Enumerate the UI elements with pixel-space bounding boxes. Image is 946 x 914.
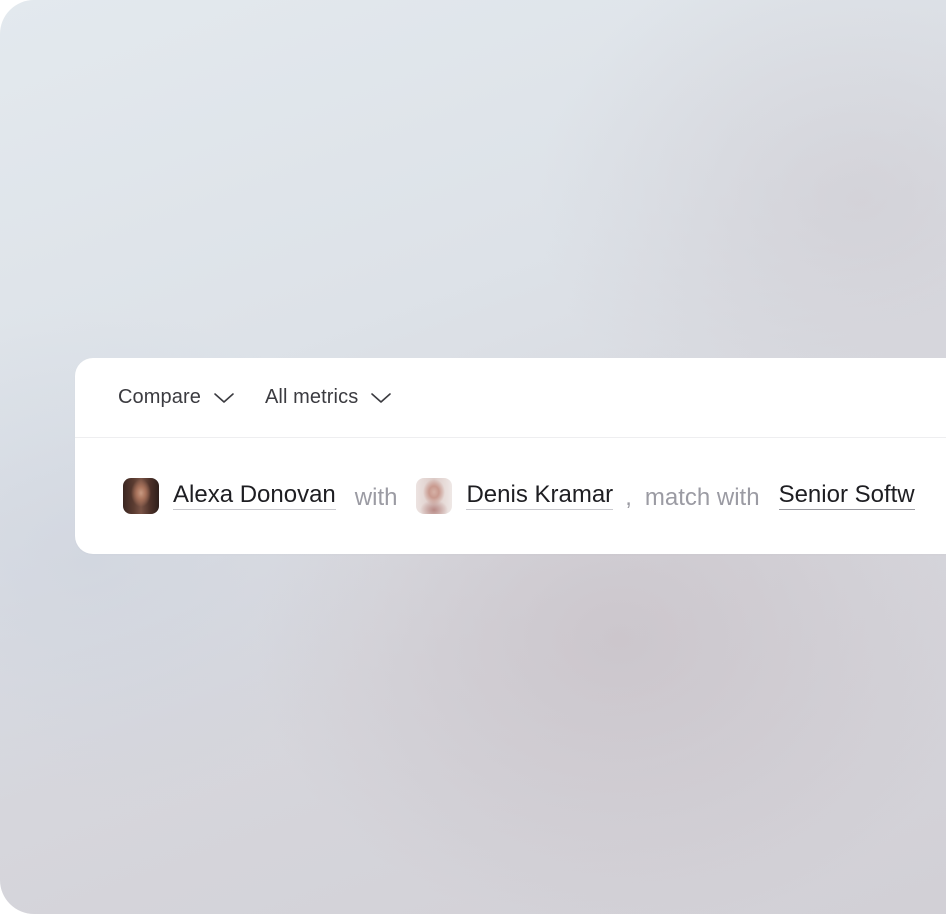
background-frame: Compare All metrics Alexa Donovan with D… xyxy=(0,0,946,914)
match-with-connector: match with xyxy=(644,483,760,511)
avatar xyxy=(416,477,453,514)
person-a-selector[interactable]: Alexa Donovan xyxy=(123,477,336,514)
metrics-dropdown-label: All metrics xyxy=(264,386,359,408)
chevron-down-icon xyxy=(214,392,234,403)
avatar xyxy=(123,477,159,514)
role-selector[interactable]: Senior Softw xyxy=(778,481,915,510)
comparison-panel: Compare All metrics Alexa Donovan with D… xyxy=(75,358,946,554)
comparison-sentence: Alexa Donovan with Denis Kramar , match … xyxy=(75,438,946,553)
comparison-toolbar: Compare All metrics xyxy=(75,358,946,438)
compare-dropdown[interactable]: Compare xyxy=(118,386,235,409)
with-connector: with xyxy=(354,483,398,511)
person-b-selector[interactable]: Denis Kramar xyxy=(416,477,614,514)
person-a-name: Alexa Donovan xyxy=(173,481,336,510)
compare-dropdown-label: Compare xyxy=(118,386,201,408)
metrics-dropdown[interactable]: All metrics xyxy=(265,386,392,409)
chevron-down-icon xyxy=(371,392,392,403)
person-b-name: Denis Kramar xyxy=(466,481,614,510)
comma-separator: , xyxy=(625,483,632,511)
